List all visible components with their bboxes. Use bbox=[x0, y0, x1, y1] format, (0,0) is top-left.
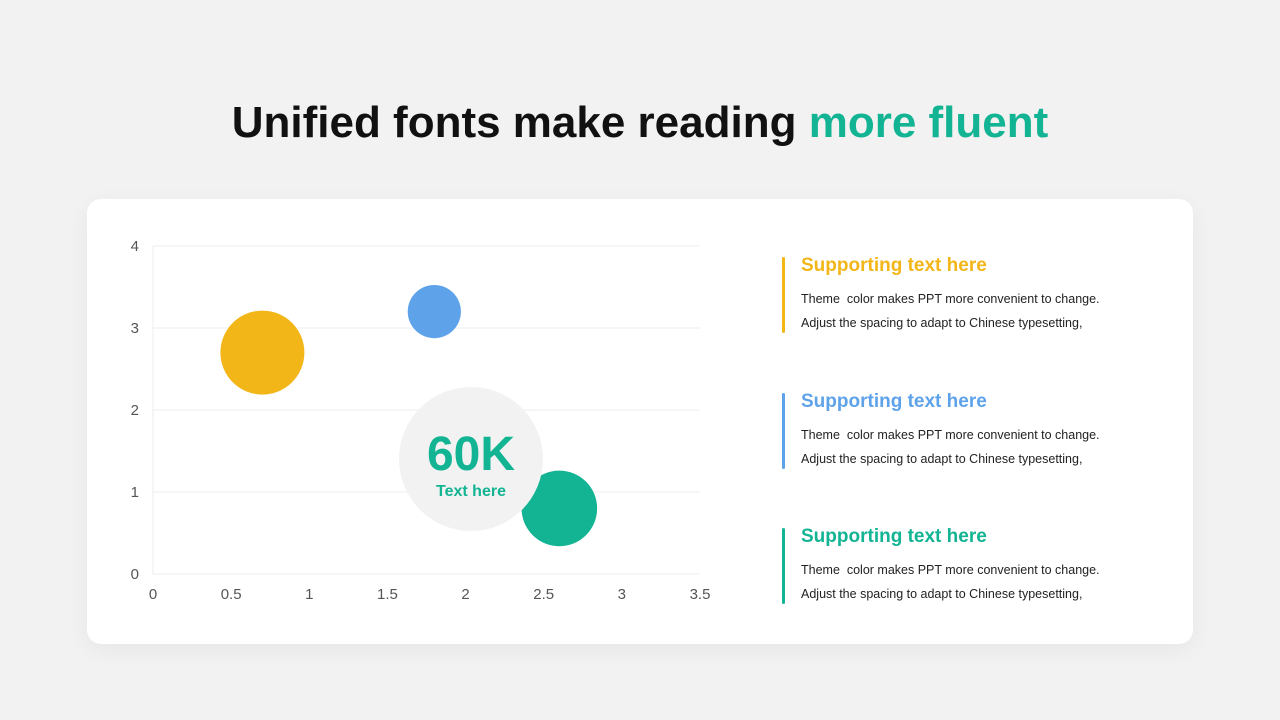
bubble-point bbox=[407, 285, 461, 339]
supporting-text-line: Theme color makes PPT more convenient to… bbox=[801, 563, 1100, 577]
supporting-heading: Supporting text here bbox=[801, 255, 987, 276]
x-tick-label: 3.5 bbox=[690, 586, 711, 603]
content-card: 0 1 2 3 4 0 0.5 1 1.5 2 2.5 3 3.5 60K Text here bbox=[87, 199, 1193, 644]
x-tick-label: 0 bbox=[149, 586, 157, 603]
supporting-text-line: Adjust the spacing to adapt to Chinese t… bbox=[801, 316, 1083, 330]
x-tick-label: 1.5 bbox=[377, 586, 398, 603]
callout-value: 60K bbox=[427, 428, 515, 481]
accent-bar bbox=[782, 393, 785, 469]
accent-bar bbox=[782, 257, 785, 333]
supporting-text-line: Adjust the spacing to adapt to Chinese t… bbox=[801, 587, 1083, 601]
x-tick-label: 2 bbox=[461, 586, 469, 603]
slide: Unified fonts make reading more fluent 0… bbox=[0, 0, 1280, 720]
x-tick-label: 2.5 bbox=[533, 586, 554, 603]
title-accent: more fluent bbox=[808, 98, 1049, 147]
accent-bar bbox=[782, 528, 785, 604]
supporting-heading: Supporting text here bbox=[801, 391, 987, 412]
slide-title: Unified fonts make reading more fluent bbox=[0, 98, 1280, 148]
y-tick-label: 4 bbox=[131, 238, 139, 255]
title-main: Unified fonts make reading bbox=[231, 98, 809, 147]
x-tick-label: 0.5 bbox=[221, 586, 242, 603]
y-tick-label: 2 bbox=[131, 402, 139, 419]
bubble-point bbox=[220, 310, 305, 395]
y-tick-label: 3 bbox=[131, 320, 139, 337]
supporting-text-line: Theme color makes PPT more convenient to… bbox=[801, 292, 1100, 306]
callout-label: Text here bbox=[436, 483, 506, 500]
supporting-text-line: Theme color makes PPT more convenient to… bbox=[801, 428, 1100, 442]
y-tick-label: 1 bbox=[131, 484, 139, 501]
bubble-chart: 0 1 2 3 4 0 0.5 1 1.5 2 2.5 3 3.5 60K Text here bbox=[131, 238, 711, 603]
x-tick-label: 1 bbox=[305, 586, 313, 603]
supporting-heading: Supporting text here bbox=[801, 526, 987, 547]
y-tick-label: 0 bbox=[131, 566, 139, 583]
x-tick-label: 3 bbox=[618, 586, 626, 603]
supporting-text-line: Adjust the spacing to adapt to Chinese t… bbox=[801, 452, 1083, 466]
